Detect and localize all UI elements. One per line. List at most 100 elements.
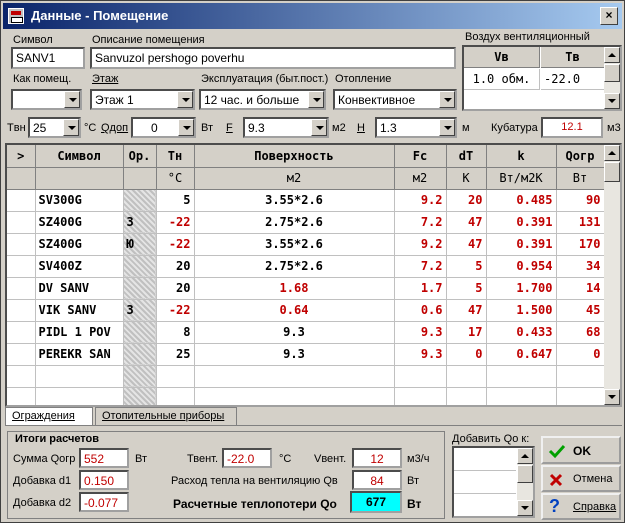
d2-field[interactable]: -0.077	[79, 492, 129, 512]
cell-surface[interactable]: 9.3	[194, 321, 395, 344]
col-header-surface[interactable]: Поверхность	[194, 145, 395, 168]
cell-tn[interactable]: -22	[156, 211, 195, 234]
cell-surface[interactable]: 2.75*2.6	[194, 255, 395, 278]
cell-orientation[interactable]	[123, 365, 157, 388]
table-row[interactable]: SV300G 5 3.55*2.6 9.2 20 0.485 90	[7, 189, 605, 212]
scroll-down-icon[interactable]	[604, 389, 620, 405]
d1-field[interactable]: 0.150	[79, 470, 129, 490]
cell-fc[interactable]	[394, 365, 447, 388]
cell-surface[interactable]: 3.55*2.6	[194, 233, 395, 256]
chevron-down-icon[interactable]	[64, 91, 80, 108]
scroll-up-icon[interactable]	[604, 47, 620, 63]
add-qo-list[interactable]	[452, 446, 535, 518]
cell-q[interactable]: 0	[556, 343, 605, 366]
cell-q[interactable]	[556, 365, 605, 388]
cell-q[interactable]: 90	[556, 189, 605, 212]
cell-orientation[interactable]: Ю	[123, 233, 157, 256]
scroll-up-icon[interactable]	[604, 145, 620, 161]
cell-k[interactable]: 0.391	[486, 233, 557, 256]
cell-fc[interactable]: 9.3	[394, 343, 447, 366]
cell-surface[interactable]	[194, 365, 395, 388]
cell-symbol[interactable]: SV400Z	[35, 255, 124, 278]
cell-tn[interactable]	[156, 365, 195, 388]
col-header-dt[interactable]: dT	[446, 145, 487, 168]
col-header-q[interactable]: Qогр	[556, 145, 605, 168]
col-header-symbol[interactable]: Символ	[35, 145, 124, 168]
scroll-up-icon[interactable]	[517, 448, 533, 464]
col-header-fc[interactable]: Fc	[394, 145, 447, 168]
row-marker[interactable]	[7, 387, 36, 405]
table-scrollbar[interactable]	[604, 145, 620, 405]
cell-tn[interactable]: 20	[156, 255, 195, 278]
row-marker[interactable]	[7, 211, 36, 234]
cell-q[interactable]: 170	[556, 233, 605, 256]
tab-enclosures[interactable]: Ограждения	[5, 407, 93, 425]
scroll-down-icon[interactable]	[517, 500, 533, 516]
cell-orientation[interactable]	[123, 387, 157, 405]
cell-fc[interactable]: 7.2	[394, 211, 447, 234]
table-row[interactable]: VIK SANV З -22 0.64 0.6 47 1.500 45	[7, 299, 605, 322]
cell-tn[interactable]: 5	[156, 189, 195, 212]
cell-q[interactable]	[556, 387, 605, 405]
table-row[interactable]	[7, 365, 605, 388]
chevron-down-icon[interactable]	[308, 91, 324, 108]
cell-dt[interactable]	[446, 365, 487, 388]
cell-tn[interactable]	[156, 387, 195, 405]
cell-symbol[interactable]: SZ400G	[35, 233, 124, 256]
cell-surface[interactable]: 2.75*2.6	[194, 211, 395, 234]
operation-combo[interactable]: 12 час. и больше	[199, 89, 326, 110]
cell-dt[interactable]: 20	[446, 189, 487, 212]
cell-symbol[interactable]: SZ400G	[35, 211, 124, 234]
cell-k[interactable]: 0.433	[486, 321, 557, 344]
cell-dt[interactable]: 47	[446, 211, 487, 234]
cell-k[interactable]: 1.700	[486, 277, 557, 300]
cell-symbol[interactable]: VIK SANV	[35, 299, 124, 322]
cell-symbol[interactable]: DV SANV	[35, 277, 124, 300]
cell-k[interactable]	[486, 387, 557, 405]
cell-dt[interactable]: 0	[446, 343, 487, 366]
vvent-field[interactable]: 12	[352, 448, 402, 468]
table-row[interactable]: DV SANV 20 1.68 1.7 5 1.700 14	[7, 277, 605, 300]
cell-surface[interactable]: 3.55*2.6	[194, 189, 395, 212]
cell-tn[interactable]: 8	[156, 321, 195, 344]
cell-symbol[interactable]	[35, 365, 124, 388]
height-combo[interactable]: 1.3	[375, 117, 457, 138]
cell-q[interactable]: 14	[556, 277, 605, 300]
table-row[interactable]	[7, 387, 605, 405]
cell-orientation[interactable]	[123, 321, 157, 344]
row-marker[interactable]	[7, 189, 36, 212]
cell-surface[interactable]: 9.3	[194, 343, 395, 366]
close-button[interactable]: ×	[600, 7, 618, 25]
cell-orientation[interactable]	[123, 255, 157, 278]
cell-symbol[interactable]: PIDL 1 POV	[35, 321, 124, 344]
cell-k[interactable]: 0.485	[486, 189, 557, 212]
cell-tn[interactable]: -22	[156, 233, 195, 256]
scroll-down-icon[interactable]	[604, 93, 620, 109]
cell-k[interactable]	[486, 365, 557, 388]
cell-fc[interactable]: 0.6	[394, 299, 447, 322]
chevron-down-icon[interactable]	[311, 119, 327, 136]
chevron-down-icon[interactable]	[439, 91, 455, 108]
table-row[interactable]: PIDL 1 POV 8 9.3 9.3 17 0.433 68	[7, 321, 605, 344]
cell-surface[interactable]	[194, 387, 395, 405]
table-row[interactable]: SZ400G З -22 2.75*2.6 7.2 47 0.391 131	[7, 211, 605, 234]
cell-orientation[interactable]: З	[123, 211, 157, 234]
cell-tn[interactable]: 20	[156, 277, 195, 300]
ok-button[interactable]: OK	[541, 436, 621, 464]
table-row[interactable]: PEREKR SAN 25 9.3 9.3 0 0.647 0	[7, 343, 605, 366]
cell-q[interactable]: 34	[556, 255, 605, 278]
cell-orientation[interactable]	[123, 277, 157, 300]
vent-t-value[interactable]: -22.0	[541, 69, 605, 90]
cell-dt[interactable]: 5	[446, 277, 487, 300]
chevron-down-icon[interactable]	[178, 119, 194, 136]
row-marker[interactable]	[7, 343, 36, 366]
vent-v-value[interactable]: 1.0 обм.	[464, 69, 540, 90]
qdop-combo[interactable]: 0	[131, 117, 196, 138]
cell-k[interactable]: 1.500	[486, 299, 557, 322]
col-header-tn[interactable]: Tн	[156, 145, 195, 168]
chevron-down-icon[interactable]	[177, 91, 193, 108]
cell-orientation[interactable]: З	[123, 299, 157, 322]
scroll-thumb[interactable]	[604, 64, 620, 82]
description-field[interactable]: Sanvuzol pershogo poverhu	[90, 47, 456, 69]
cell-fc[interactable]: 7.2	[394, 255, 447, 278]
